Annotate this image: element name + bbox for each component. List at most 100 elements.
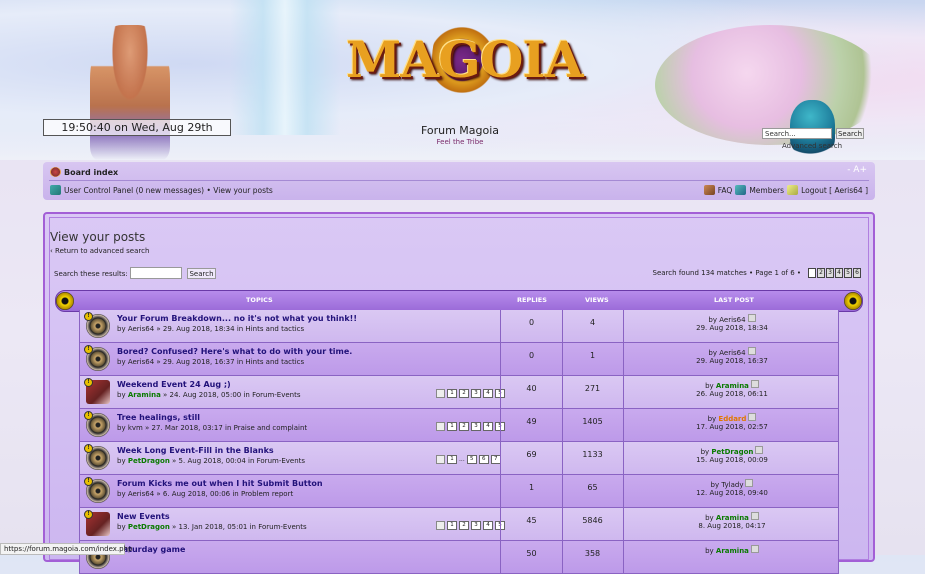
topic-page-link[interactable]: 5 [466,455,477,464]
last-post-author-link[interactable]: Aeris64 [719,349,745,357]
topic-title-link[interactable]: Tree healings, still [117,413,200,422]
logout-link[interactable]: Logout [ Aeris64 ] [801,186,868,195]
header-views: VIEWS [585,296,609,304]
topic-title-link[interactable]: Your Forum Breakdown... no it's not what… [117,314,357,323]
view-latest-post-icon[interactable] [750,512,759,520]
page-link-4[interactable]: 4 [835,268,843,278]
topic-page-link[interactable]: 3 [471,389,481,398]
replies-count: 40 [526,384,537,393]
author-link[interactable]: Aeris64 [128,325,154,333]
table-row[interactable]: ! Bored? Confused? Here's what to do with… [79,343,839,376]
last-post-author-link[interactable]: Aramina [716,514,749,522]
members-icon [735,185,747,195]
topic-page-link[interactable]: 4 [483,422,493,431]
search-results-input[interactable] [130,267,182,279]
last-post-author-link[interactable]: Aeris64 [719,316,745,324]
members-link[interactable]: Members [749,186,784,195]
site-logo[interactable]: MAGOIA [346,10,584,110]
topic-title-link[interactable]: Week Long Event-Fill in the Blanks [117,446,274,455]
topic-page-link[interactable]: 2 [459,389,469,398]
table-row[interactable]: ! Forum Kicks me out when I hit Submit Bu… [79,475,839,508]
replies-count: 50 [526,549,537,558]
font-size-toggle[interactable]: - A+ [847,165,867,175]
view-latest-post-icon[interactable] [750,380,759,388]
page-link-2[interactable]: 2 [817,268,825,278]
last-post-info: by Eddard 17. Aug 2018, 02:57 [624,413,840,431]
logout-icon [787,185,799,195]
table-row[interactable]: ! Your Forum Breakdown... no it's not wha… [79,310,839,343]
notice-badge-icon: ! [84,477,93,486]
page-link-6[interactable]: 6 [853,268,861,278]
last-post-author-link[interactable]: Aramina [716,382,749,390]
table-row[interactable]: !Saturday game50358by Aramina [79,541,839,574]
eye-icon [844,292,862,310]
topic-page-link[interactable]: 4 [483,521,493,530]
table-row[interactable]: ! Week Long Event-Fill in the Blanks by Pe… [79,442,839,475]
table-header: TOPICS REPLIES VIEWS LAST POST [55,290,863,312]
topic-title-link[interactable]: Bored? Confused? Here's what to do with … [117,347,352,356]
author-link[interactable]: PetDragon [128,457,170,465]
table-row[interactable]: ! New Events by PetDragon » 13. Jan 2018, … [79,508,839,541]
author-link[interactable]: Aramina [128,391,161,399]
table-row[interactable]: ! Tree healings, still by kvm » 27. Mar 20… [79,409,839,442]
replies-count: 1 [528,483,535,492]
topic-page-link[interactable]: 4 [483,389,493,398]
topic-title-link[interactable]: Forum Kicks me out when I hit Submit But… [117,479,323,488]
page-link-1[interactable]: 1 [808,268,816,278]
author-link[interactable]: Aeris64 [128,490,154,498]
topic-title-link[interactable]: Weekend Event 24 Aug ;) [117,380,231,389]
return-advanced-search-link[interactable]: ‹ Return to advanced search [50,247,149,255]
search-results-button[interactable]: Search [187,268,216,279]
topic-page-link[interactable]: 6 [478,455,489,464]
view-latest-post-icon[interactable] [747,314,756,322]
last-post-author-link[interactable]: Tylady [721,481,743,489]
board-index-link[interactable]: Board index [50,167,118,177]
view-latest-post-icon[interactable] [748,413,757,421]
table-row[interactable]: ! Weekend Event 24 Aug ;) by Aramina » 24.… [79,376,839,409]
view-latest-post-icon[interactable] [755,446,764,454]
topic-page-link[interactable]: 2 [459,422,469,431]
last-post-info: by PetDragon 15. Aug 2018, 00:09 [624,446,840,464]
last-post-date: 26. Aug 2018, 06:11 [696,390,768,398]
topic-pages: 1... 5 6 7 [436,455,501,464]
pagination: 123456 [808,268,861,278]
replies-count: 0 [528,351,535,360]
last-post-info: by Tylady 12. Aug 2018, 09:40 [624,479,840,497]
topic-page-link[interactable]: 1 [447,422,457,431]
views-count: 271 [584,384,601,393]
page-link-3[interactable]: 3 [826,268,834,278]
header-search-input[interactable]: Search... [762,128,832,139]
topic-page-link[interactable]: 2 [459,521,469,530]
topic-title-link[interactable]: New Events [117,512,170,521]
replies-count: 0 [528,318,535,327]
topic-page-link[interactable]: 3 [471,422,481,431]
views-count: 1405 [582,417,603,426]
topic-page-link[interactable]: 1 [447,455,457,464]
header-search-button[interactable]: Search [836,128,864,139]
pages-icon [436,455,445,464]
topic-page-link[interactable]: 3 [471,521,481,530]
last-post-author-link[interactable]: Eddard [718,415,746,423]
topic-page-link[interactable]: 1 [447,521,457,530]
site-title[interactable]: Forum Magoia [390,124,530,137]
topic-byline: by Aramina » 24. Aug 2018, 05:00 in Foru… [117,391,301,399]
last-post-author-link[interactable]: Aramina [716,547,749,555]
pages-ellipsis: ... [459,456,465,463]
faq-link[interactable]: FAQ [718,186,733,195]
views-count: 5846 [582,516,603,525]
user-control-panel-link[interactable]: User Control Panel (0 new messages) • Vi… [50,185,273,195]
page-link-5[interactable]: 5 [844,268,852,278]
last-post-author-link[interactable]: PetDragon [711,448,753,456]
header-topics: TOPICS [246,296,273,304]
navbar: Board index - A+ User Control Panel (0 n… [43,162,875,200]
author-link[interactable]: kvm [128,424,143,432]
author-link[interactable]: PetDragon [128,523,170,531]
pages-icon [436,389,445,398]
notice-badge-icon: ! [84,510,93,519]
view-latest-post-icon[interactable] [745,479,754,487]
author-link[interactable]: Aeris64 [128,358,154,366]
view-latest-post-icon[interactable] [750,545,759,553]
topic-page-link[interactable]: 1 [447,389,457,398]
view-latest-post-icon[interactable] [747,347,756,355]
advanced-search-link[interactable]: Advanced search [782,142,842,150]
